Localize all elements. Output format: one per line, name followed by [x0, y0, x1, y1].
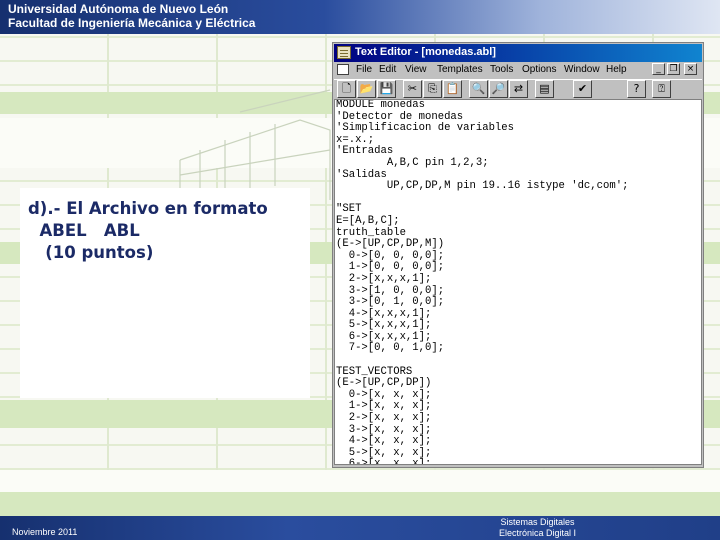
text-editor-app-icon[interactable]	[337, 46, 351, 59]
find-icon[interactable]: 🔍	[469, 80, 488, 98]
menu-tools[interactable]: Tools	[490, 64, 513, 75]
toolbar: 🗋 📂 💾 ✂ ⎘ 📋 🔍 🔎 ⇄ ▤ ✔ ? ⍰	[334, 79, 702, 99]
code-line: E=[A,B,C];	[336, 214, 400, 227]
document-icon[interactable]	[337, 64, 349, 75]
menu-bar: File Edit View Templates Tools Options W…	[334, 62, 702, 78]
menu-templates[interactable]: Templates	[437, 64, 483, 75]
item-format: ABEL ABL	[28, 221, 140, 240]
item-title: d).- El Archivo en formato	[28, 199, 268, 218]
menu-help[interactable]: Help	[606, 64, 627, 75]
menu-options[interactable]: Options	[522, 64, 556, 75]
university-name: Universidad Autónoma de Nuevo León	[8, 2, 229, 16]
context-help-icon[interactable]: ⍰	[652, 80, 671, 98]
menu-window[interactable]: Window	[564, 64, 600, 75]
menu-view[interactable]: View	[405, 64, 427, 75]
new-file-icon[interactable]: 🗋	[337, 80, 356, 98]
minimize-icon[interactable]: _	[652, 63, 665, 75]
copy-icon[interactable]: ⎘	[423, 80, 442, 98]
window-title-bar[interactable]: Text Editor - [monedas.abl]	[334, 44, 702, 62]
faculty-name: Facultad de Ingeniería Mecánica y Eléctr…	[8, 16, 256, 30]
window-title: Text Editor - [monedas.abl]	[355, 46, 496, 58]
text-editor-window: Text Editor - [monedas.abl] File Edit Vi…	[332, 42, 704, 468]
help-icon[interactable]: ?	[627, 80, 646, 98]
slide-footer: Noviembre 2011 Sistemas Digitales Electr…	[0, 516, 720, 540]
code-editor-area[interactable]: MODULE monedas 'Detector de monedas 'Simpl…	[334, 99, 702, 465]
replace-icon[interactable]: ⇄	[509, 80, 528, 98]
save-icon[interactable]: 💾	[377, 80, 396, 98]
compile-icon[interactable]: ▤	[535, 80, 554, 98]
restore-icon[interactable]: ❐	[667, 63, 680, 75]
code-line: A,B,C pin 1,2,3;	[336, 156, 489, 169]
code-line: 2->[x, x, x];	[336, 412, 432, 425]
code-line: 'Simplificacion de variables	[336, 122, 515, 135]
code-line: UP,CP,DP,M pin 19..16 istype 'dc,com';	[336, 180, 629, 193]
paste-icon[interactable]: 📋	[443, 80, 462, 98]
source-code: MODULE monedas 'Detector de monedas 'Simpl…	[336, 99, 629, 465]
cut-icon[interactable]: ✂	[403, 80, 422, 98]
footer-course-name: Sistemas Digitales	[500, 517, 575, 527]
menu-file[interactable]: File	[356, 64, 372, 75]
footer-date: Noviembre 2011	[12, 527, 78, 537]
assignment-item-text: d).- El Archivo en formato ABEL ABL (10 …	[28, 198, 308, 264]
footer-course-subtitle: Electrónica Digital I	[498, 528, 577, 538]
menu-edit[interactable]: Edit	[379, 64, 396, 75]
assignment-item-box: d).- El Archivo en formato ABEL ABL (10 …	[20, 188, 310, 398]
check-icon[interactable]: ✔	[573, 80, 592, 98]
slide-header: Universidad Autónoma de Nuevo León Facul…	[0, 0, 720, 34]
code-line: MODULE monedas	[336, 99, 426, 111]
find-next-icon[interactable]: 🔎	[489, 80, 508, 98]
item-points: (10 puntos)	[28, 243, 154, 262]
close-icon[interactable]: ×	[684, 63, 697, 75]
code-line: 2->[x,x,x,1];	[336, 272, 432, 285]
code-line: 7->[0, 0, 1,0];	[336, 342, 445, 355]
open-folder-icon[interactable]: 📂	[357, 80, 376, 98]
code-line: (E->[UP,CP,DP,M])	[336, 238, 445, 251]
code-line: 6->[x, x, x];	[336, 458, 432, 465]
code-line: 3->[0, 1, 0,0];	[336, 296, 445, 309]
